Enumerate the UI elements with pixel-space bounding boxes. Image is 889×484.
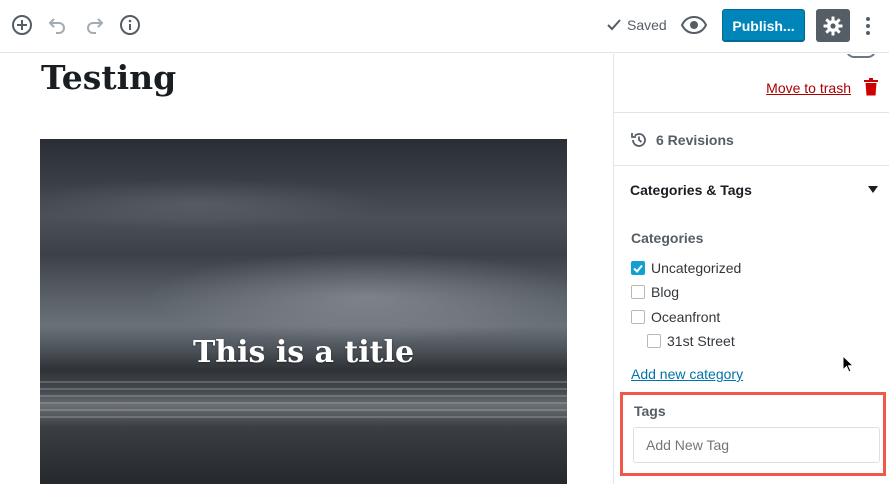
checkbox-checked[interactable]: [631, 261, 645, 275]
caret-down-icon: [868, 186, 878, 193]
post-title[interactable]: Testing: [41, 58, 176, 97]
publish-button[interactable]: Publish...: [722, 9, 805, 42]
checkbox[interactable]: [647, 334, 661, 348]
gear-icon: [823, 16, 843, 35]
divider: [614, 112, 889, 113]
mouse-cursor-icon: [842, 354, 855, 378]
checkbox[interactable]: [631, 285, 645, 299]
settings-sidebar: Move to trash 6 Revisions Categories & T…: [613, 54, 889, 484]
categories-label: Categories: [631, 230, 704, 246]
check-icon: [607, 19, 621, 31]
settings-button[interactable]: [816, 9, 850, 42]
category-label: Oceanfront: [651, 309, 721, 325]
plus-circle-icon[interactable]: [10, 13, 34, 37]
revisions-link[interactable]: 6 Revisions: [630, 131, 734, 149]
category-item[interactable]: Blog: [631, 284, 679, 300]
category-item[interactable]: Uncategorized: [631, 260, 741, 276]
more-vertical-icon[interactable]: [859, 14, 877, 38]
revisions-label: 6 Revisions: [656, 132, 734, 148]
tags-highlight-box: Tags: [620, 392, 886, 476]
toggle-switch[interactable]: [846, 54, 876, 58]
panel-title: Categories & Tags: [630, 182, 752, 198]
saved-label: Saved: [627, 17, 667, 33]
category-label: Blog: [651, 284, 680, 300]
saved-status: Saved: [607, 17, 667, 33]
divider: [614, 165, 889, 166]
trash-row: Move to trash: [614, 74, 889, 112]
move-to-trash-link[interactable]: Move to trash: [766, 80, 851, 96]
category-item[interactable]: 31st Street: [647, 333, 735, 349]
check-icon: [633, 264, 643, 273]
tags-label: Tags: [634, 403, 666, 419]
tags-input[interactable]: [633, 427, 880, 463]
cover-image-block[interactable]: This is a title: [40, 139, 567, 484]
category-label: 31st Street: [667, 333, 735, 349]
categories-tags-panel-toggle[interactable]: Categories & Tags: [630, 182, 878, 198]
category-item[interactable]: Oceanfront: [631, 309, 720, 325]
trash-icon[interactable]: [864, 78, 878, 101]
cover-title[interactable]: This is a title: [40, 335, 567, 370]
editor-toolbar: Saved Publish...: [0, 0, 889, 53]
editor-canvas: Testing This is a title: [0, 54, 613, 484]
undo-icon[interactable]: [46, 13, 70, 37]
info-icon[interactable]: [118, 13, 142, 37]
checkbox[interactable]: [631, 310, 645, 324]
redo-icon[interactable]: [82, 13, 106, 37]
add-new-category-link[interactable]: Add new category: [631, 366, 743, 382]
history-icon: [631, 133, 646, 147]
category-label: Uncategorized: [651, 260, 742, 276]
eye-icon[interactable]: [680, 15, 708, 40]
